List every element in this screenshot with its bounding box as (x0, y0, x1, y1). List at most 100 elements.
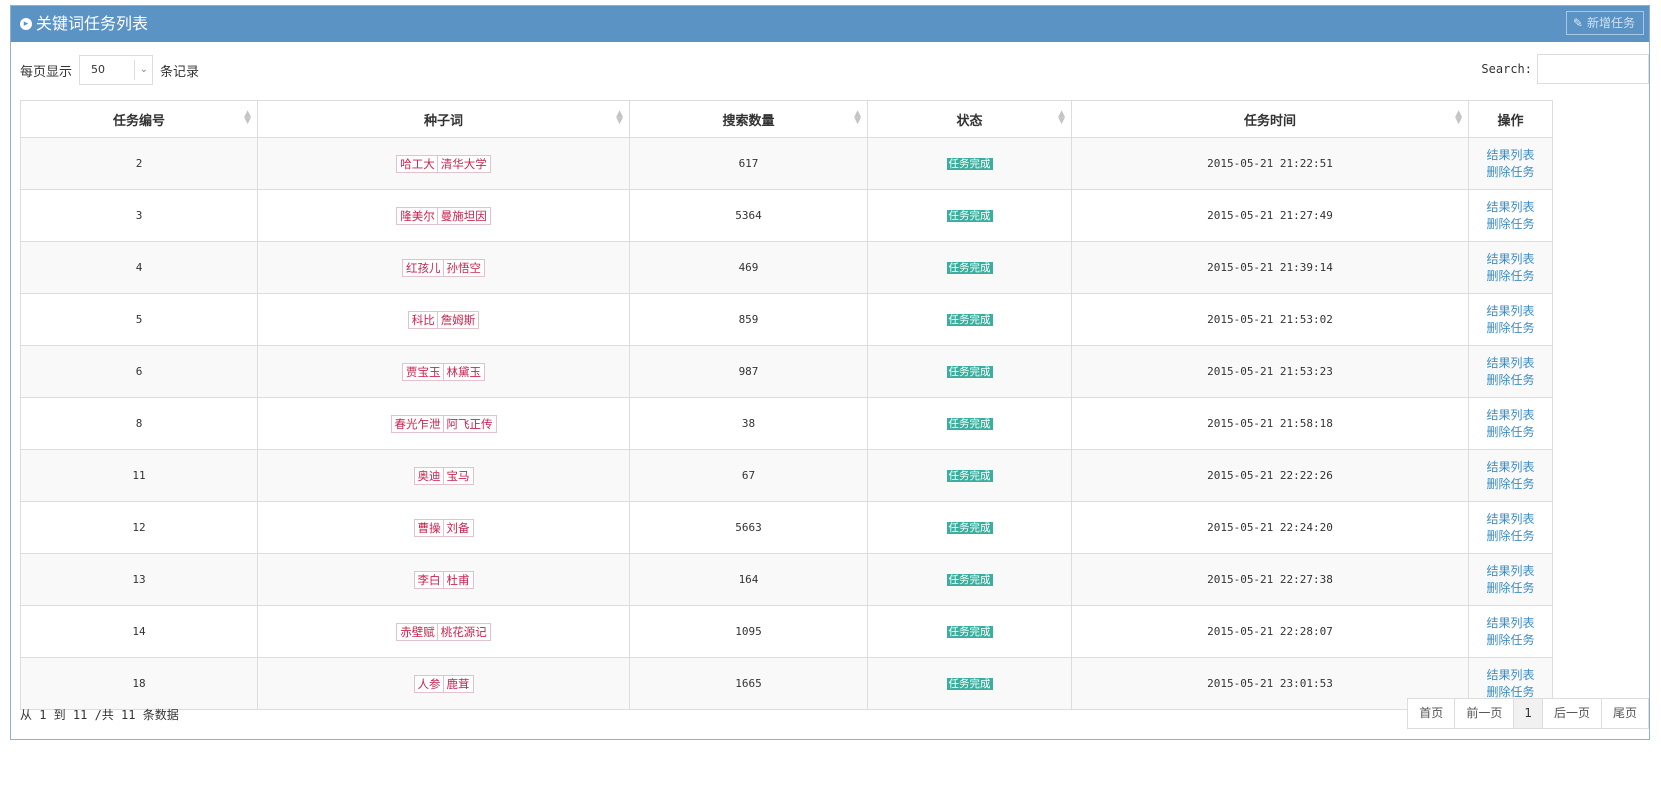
seed-word-tag: 奥迪 (413, 466, 445, 485)
actions-cell: 结果列表 删除任务 (1468, 293, 1553, 346)
current-page-button[interactable]: 1 (1513, 698, 1543, 729)
prev-page-button[interactable]: 前一页 (1454, 698, 1515, 729)
task-time-cell: 2015-05-21 22:22:26 (1071, 449, 1469, 502)
status-cell: 任务完成 (867, 553, 1072, 606)
table-row: 2 哈工大 清华大学 617 任务完成 2015-05-21 21:22:51 结果列表 删除… (20, 137, 1553, 190)
results-list-link[interactable]: 结果列表 (1470, 147, 1551, 164)
table-row: 6 贾宝玉 林黛玉 987 任务完成 2015-05-21 21:53:23 结果列表 删除任… (20, 345, 1553, 398)
search-count-cell: 617 (629, 137, 868, 190)
status-badge: 任务完成 (946, 678, 993, 690)
status-badge: 任务完成 (946, 470, 993, 482)
status-badge: 任务完成 (946, 522, 993, 534)
column-header-label: 操作 (1497, 113, 1524, 129)
seed-word-tag: 清华大学 (436, 154, 491, 173)
task-id-cell: 13 (20, 553, 258, 606)
status-badge: 任务完成 (946, 418, 993, 430)
status-badge: 任务完成 (946, 210, 993, 222)
task-time-cell: 2015-05-21 21:22:51 (1071, 137, 1469, 190)
status-cell: 任务完成 (867, 293, 1072, 346)
sort-icon: ▲ ▼ (1455, 109, 1462, 126)
results-list-link[interactable]: 结果列表 (1470, 303, 1551, 320)
column-header[interactable]: 操作 (1468, 100, 1553, 138)
task-id-cell: 14 (20, 605, 258, 658)
seed-word-tag: 林黛玉 (442, 362, 485, 381)
results-list-link[interactable]: 结果列表 (1470, 511, 1551, 528)
results-list-link[interactable]: 结果列表 (1470, 459, 1551, 476)
column-header-label: 种子词 (423, 113, 463, 129)
delete-task-link[interactable]: 删除任务 (1470, 632, 1551, 649)
delete-task-link[interactable]: 删除任务 (1470, 268, 1551, 285)
delete-task-link[interactable]: 删除任务 (1470, 320, 1551, 337)
column-header[interactable]: 搜索数量 ▲ ▼ (629, 100, 868, 138)
seed-words-cell: 哈工大 清华大学 (257, 137, 630, 190)
search-count-cell: 5364 (629, 189, 868, 242)
table-row: 4 红孩儿 孙悟空 469 任务完成 2015-05-21 21:39:14 结果列表 删除任… (20, 241, 1553, 294)
seed-word-tag: 科比 (407, 310, 439, 329)
delete-task-link[interactable]: 删除任务 (1470, 164, 1551, 181)
column-header[interactable]: 任务编号 ▲ ▼ (20, 100, 258, 138)
status-cell: 任务完成 (867, 605, 1072, 658)
sort-icon: ▲ ▼ (244, 109, 251, 126)
column-header[interactable]: 任务时间 ▲ ▼ (1071, 100, 1469, 138)
next-page-button[interactable]: 后一页 (1541, 698, 1602, 729)
page-length-prefix: 每页显示 (20, 64, 73, 80)
table-row: 3 隆美尔 曼施坦因 5364 任务完成 2015-05-21 21:27:49 结果列表删… (20, 189, 1553, 242)
status-cell: 任务完成 (867, 501, 1072, 554)
seed-word-tag: 杜甫 (442, 570, 474, 589)
results-list-link[interactable]: 结果列表 (1470, 251, 1551, 268)
seed-word-tag: 宝马 (442, 466, 474, 485)
task-time-cell: 2015-05-21 21:58:18 (1071, 397, 1469, 450)
results-list-link[interactable]: 结果列表 (1470, 667, 1551, 684)
column-header[interactable]: 状态 ▲ ▼ (867, 100, 1072, 138)
task-id-cell: 2 (20, 137, 258, 190)
results-list-link[interactable]: 结果列表 (1470, 563, 1551, 580)
results-list-link[interactable]: 结果列表 (1470, 355, 1551, 372)
page-length-select[interactable]: 50 ⌄ (79, 55, 154, 85)
delete-task-link[interactable]: 删除任务 (1470, 216, 1551, 233)
table-row: 8 春光乍泄 阿飞正传 38 任务完成 2015-05-21 21:58:18 结果列表 删除… (20, 397, 1553, 450)
sort-icon: ▲ ▼ (616, 109, 623, 126)
status-badge: 任务完成 (946, 366, 993, 378)
seed-word-tag: 春光乍泄 (390, 414, 445, 433)
results-list-link[interactable]: 结果列表 (1470, 199, 1551, 216)
seed-words-cell: 李白 杜甫 (257, 553, 630, 606)
search-count-cell: 164 (629, 553, 868, 606)
table-body: 2 哈工大 清华大学 617 任务完成 2015-05-21 21:22:51 结果列表 删除… (20, 137, 1553, 710)
delete-task-link[interactable]: 删除任务 (1470, 372, 1551, 389)
seed-word-tag: 隆美尔 (396, 206, 439, 225)
results-list-link[interactable]: 结果列表 (1470, 407, 1551, 424)
status-cell: 任务完成 (867, 241, 1072, 294)
task-id-cell: 6 (20, 345, 258, 398)
actions-cell: 结果列表 删除任务 (1468, 241, 1553, 294)
select-divider (134, 60, 136, 80)
task-id-cell: 3 (20, 189, 258, 242)
status-badge: 任务完成 (946, 574, 993, 586)
delete-task-link[interactable]: 删除任务 (1470, 528, 1551, 545)
seed-word-tag: 贾宝玉 (402, 362, 445, 381)
task-time-cell: 2015-05-21 21:27:49 (1071, 189, 1469, 242)
task-id-cell: 5 (20, 293, 258, 346)
seed-word-tag: 曹操 (413, 518, 445, 537)
task-time-cell: 2015-05-21 22:27:38 (1071, 553, 1469, 606)
delete-task-link[interactable]: 删除任务 (1470, 476, 1551, 493)
seed-word-tag: 哈工大 (396, 154, 439, 173)
search-input[interactable] (1537, 54, 1649, 84)
search-count-cell: 987 (629, 345, 868, 398)
first-page-button[interactable]: 首页 (1407, 698, 1456, 729)
seed-words-cell: 科比 詹姆斯 (257, 293, 630, 346)
actions-cell: 结果列表 删除任务 (1468, 605, 1553, 658)
last-page-button[interactable]: 尾页 (1600, 698, 1649, 729)
delete-task-link[interactable]: 删除任务 (1470, 580, 1551, 597)
seed-words-cell: 隆美尔 曼施坦因 (257, 189, 630, 242)
column-header[interactable]: 种子词 ▲ ▼ (257, 100, 630, 138)
seed-words-cell: 赤壁赋 桃花源记 (257, 605, 630, 658)
circle-arrow-icon: ▸ (20, 18, 32, 30)
actions-cell: 结果列表 删除任务 (1468, 189, 1553, 242)
add-task-button[interactable]: ✎ 新增任务 (1565, 11, 1644, 35)
results-list-link[interactable]: 结果列表 (1470, 615, 1551, 632)
seed-word-tag: 刘备 (442, 518, 474, 537)
page-length-suffix: 条记录 (160, 64, 200, 80)
delete-task-link[interactable]: 删除任务 (1470, 424, 1551, 441)
status-badge: 任务完成 (946, 314, 993, 326)
status-badge: 任务完成 (946, 262, 993, 274)
